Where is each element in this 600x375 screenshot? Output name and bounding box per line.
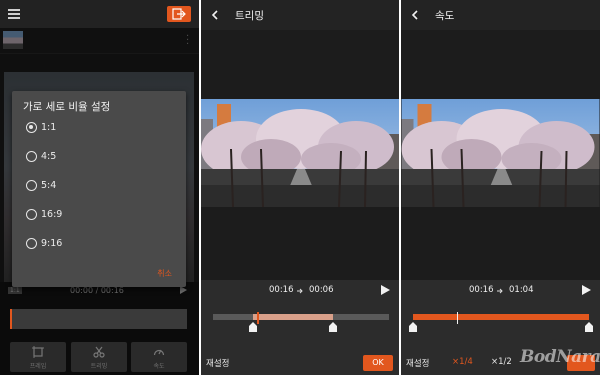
speed-gauge-icon [153,349,165,356]
cherry-blossom-street-image [401,99,600,207]
video-preview [401,99,600,207]
ok-button[interactable]: OK [363,355,393,371]
video-preview [201,99,399,207]
tool-frame[interactable]: 프레임 [10,342,66,372]
watermark-logo: BodNara [520,347,600,367]
tool-speed-label: 속도 [153,363,165,370]
speed-track[interactable] [413,314,589,320]
tool-trim-label: 트리밍 [90,363,108,370]
speed-start-handle[interactable] [409,322,417,332]
arrow-right-icon [297,288,303,294]
play-icon[interactable] [381,285,390,295]
tool-speed[interactable]: 속도 [131,342,187,372]
ratio-label: 1:1 [41,122,57,133]
ratio-option-5-4[interactable]: 5:4 [26,179,146,193]
ratio-option-9-16[interactable]: 9:16 [26,237,146,251]
trim-end-handle[interactable] [328,322,337,332]
trim-start-time: 00:16 [269,285,294,295]
editor-top-bar [0,0,199,28]
radio-button[interactable] [26,151,37,162]
trim-start-handle[interactable] [249,322,258,332]
radio-button[interactable] [26,238,37,249]
tool-trim[interactable]: 트리밍 [71,342,127,372]
speed-start-time: 00:16 [469,285,494,295]
speed-option-half[interactable]: ×1/2 [491,357,512,367]
ratio-option-16-9[interactable]: 16:9 [26,208,146,222]
cancel-button[interactable]: 취소 [157,268,172,279]
speed-end-handle[interactable] [585,322,593,332]
aspect-ratio-dialog: 가로 세로 비율 설정 1:1 4:5 5:4 16:9 9:16 취소 [12,91,186,287]
trim-top-bar: 트리밍 [201,0,399,30]
speed-panel: 속도 00:16 01:04 재설정 ×1/4 ×1/2 [401,0,600,375]
play-icon[interactable] [180,286,187,294]
ratio-label: 9:16 [41,238,63,249]
scissors-icon [93,346,105,358]
ratio-option-4-5[interactable]: 4:5 [26,150,146,164]
trim-panel: 트리밍 00:16 00:06 재설정 OK [201,0,399,375]
trim-selection[interactable] [253,314,333,320]
page-title: 속도 [435,10,455,22]
reset-button[interactable]: 재설정 [206,357,229,369]
trim-end-time: 00:06 [309,285,334,295]
dialog-title: 가로 세로 비율 설정 [23,101,111,113]
reset-button[interactable]: 재설정 [406,357,429,369]
play-icon[interactable] [582,285,591,295]
frame-icon [32,346,44,358]
speed-top-bar: 속도 [401,0,600,30]
export-button[interactable] [167,6,191,22]
editor-panel: · · · 1:1 00:00 / 00:16 프레임 트리밍 속도 가로 세로 비… [0,0,199,375]
ratio-label: 5:4 [41,180,57,191]
radio-button[interactable] [26,180,37,191]
aspect-label: 1:1 [8,287,22,294]
menu-icon[interactable] [8,9,20,19]
speed-option-quarter[interactable]: ×1/4 [452,357,473,367]
timeline-track[interactable] [10,309,187,329]
clip-time: 00:00 / 00:16 [70,286,124,295]
speed-end-time: 01:04 [509,285,534,295]
cherry-blossom-street-image [201,99,399,207]
tool-frame-label: 프레임 [29,363,47,370]
ratio-option-1-1[interactable]: 1:1 [26,121,146,135]
export-icon [172,8,186,20]
arrow-right-icon [497,288,503,294]
ratio-label: 16:9 [41,209,63,220]
page-title: 트리밍 [235,10,264,22]
timeline-playhead[interactable] [10,309,12,329]
back-arrow-icon[interactable] [211,10,219,20]
back-arrow-icon[interactable] [411,10,419,20]
ratio-label: 4:5 [41,151,57,162]
radio-button-checked[interactable] [26,122,37,133]
speed-playhead[interactable] [457,312,458,324]
radio-button[interactable] [26,209,37,220]
